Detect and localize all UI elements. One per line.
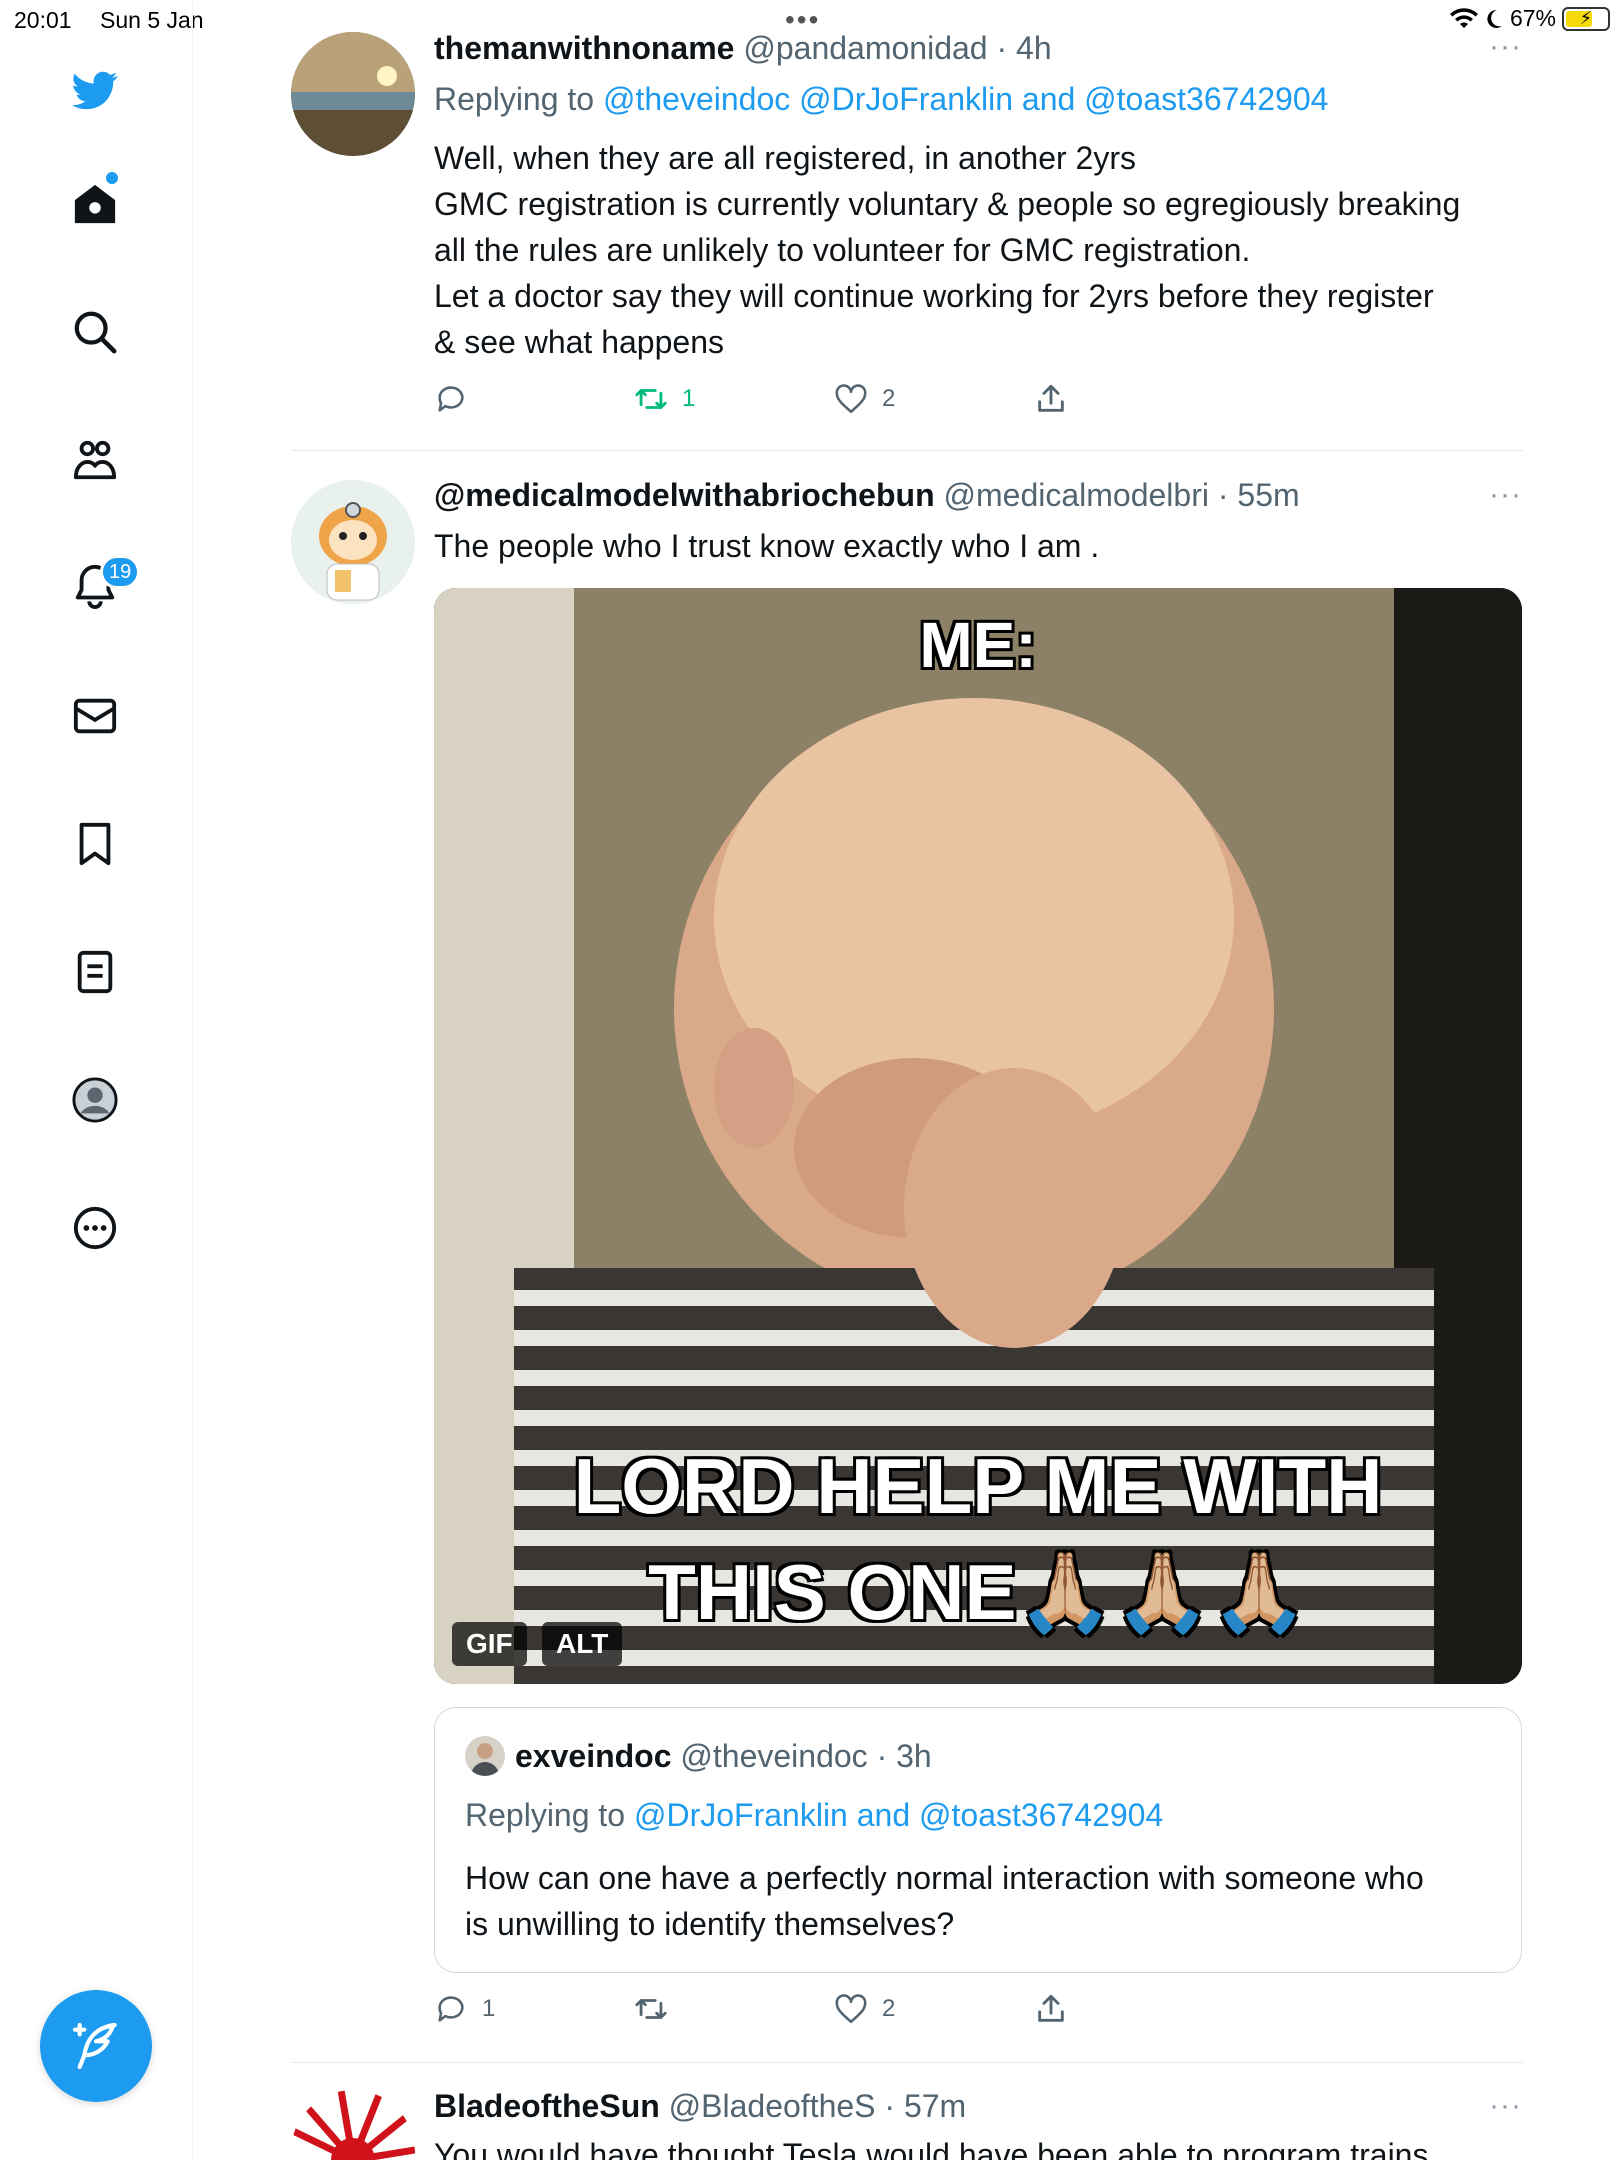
tweet-1-reply-button[interactable] [434,382,482,416]
share-icon [1038,384,1064,412]
home-unread-dot [106,172,118,184]
sidebar-nav: 19 [0,0,193,2160]
meme-caption-bottom: LORD HELP ME WITH THIS ONE🙏🏼🙏🏼🙏🏼 [434,1433,1522,1645]
tweet-3-handle[interactable]: @BladeoftheS [669,2088,876,2124]
quoted-display-name: exveindoc [515,1738,672,1774]
tweet-2-like-count: 2 [882,1995,896,2022]
tweet-2-actions: 1 2 [434,1992,1234,2032]
tweet-3-text: You would have thought Tesla would have … [434,2137,1429,2160]
tweet-2-reply-button[interactable]: 1 [434,1992,495,2026]
quoted-text-line: How can one have a perfectly normal inte… [465,1860,1424,1896]
compose-button[interactable] [40,1990,152,2102]
gif-badge: GIF [452,1622,527,1666]
quoted-replying-to[interactable]: @DrJoFranklin and @toast36742904 [634,1797,1163,1833]
tweet-2-share-button[interactable] [1034,1992,1068,2026]
tweet-1-display-name[interactable]: themanwithnoname [434,30,734,66]
tweet-1-text-line: Let a doctor say they will continue work… [434,278,1434,314]
tweet-1-text-line: GMC registration is currently voluntary … [434,186,1461,222]
tweet-1-like-button[interactable]: 2 [834,382,895,416]
share-icon [1038,1994,1064,2022]
tweet-3-avatar[interactable] [291,2090,415,2160]
tweet-1-retweet-button[interactable]: 1 [634,382,695,416]
reply-icon [438,386,464,412]
meme-caption-line-2-text: THIS ONE [648,1548,1017,1636]
twitter-bird-icon[interactable] [65,60,125,120]
tweet-2-header: @medicalmodelwithabriochebun @medicalmod… [434,475,1300,515]
tweet-2-text: The people who I trust know exactly who … [434,528,1100,564]
bookmark-icon[interactable] [65,814,125,874]
tweet-1-avatar[interactable] [291,32,415,156]
tweet-1-header: themanwithnoname @pandamonidad · 4h [434,28,1052,68]
tweet-1-replying-to[interactable]: @theveindoc @DrJoFranklin and @toast3674… [603,81,1328,117]
quoted-text-line: is unwilling to identify themselves? [465,1906,955,1942]
reply-icon [438,1996,464,2022]
quoted-tweet-header: exveindoc @theveindoc · 3h [515,1736,932,1776]
tweet-2-retweet-button[interactable] [634,1992,682,2026]
profile-avatar-icon[interactable] [65,1070,125,1130]
retweet-icon [635,389,667,409]
meme-caption-line-1: LORD HELP ME WITH [573,1442,1383,1530]
notifications-badge: 19 [100,555,141,589]
compose-feather-icon [72,2022,117,2070]
tweet-1-text-line: Well, when they are all registered, in a… [434,140,1136,176]
tweet-1-replying: Replying to @theveindoc @DrJoFranklin an… [434,79,1328,119]
tweet-1-handle[interactable]: @pandamonidad [743,30,987,66]
communities-icon[interactable] [65,430,125,490]
tweet-3-header: BladeoftheSun @BladeoftheS · 57m [434,2086,966,2126]
tweet-1-time[interactable]: · 4h [996,30,1051,66]
quoted-time: · 3h [876,1738,932,1774]
tweet-3-more-icon[interactable]: ··· [1489,2089,1522,2123]
tweet-1-like-count: 2 [882,385,896,412]
quoted-replying: Replying to @DrJoFranklin and @toast3674… [465,1795,1163,1835]
tweet-2-time[interactable]: · 55m [1218,477,1300,513]
quoted-replying-prefix: Replying to [465,1797,626,1833]
search-icon[interactable] [65,302,125,362]
tweet-1-actions: 1 2 [434,382,1234,422]
tweet-2-avatar[interactable] [291,480,415,604]
home-icon[interactable] [65,174,125,234]
timeline-feed: themanwithnoname @pandamonidad · 4h ··· … [193,0,1620,2160]
tweet-divider [291,450,1523,451]
tweet-2-more-icon[interactable]: ··· [1489,478,1522,512]
heart-icon [835,1994,867,2024]
quoted-tweet-avatar [465,1736,505,1776]
quoted-handle: @theveindoc [680,1738,868,1774]
tweet-1-retweet-count: 1 [682,385,696,412]
quoted-tweet[interactable]: exveindoc @theveindoc · 3h Replying to @… [434,1707,1522,1973]
tweet-3-time[interactable]: · 57m [884,2088,966,2124]
retweet-icon [635,1999,667,2019]
tweet-2-gif-media[interactable]: ME: LORD HELP ME WITH THIS ONE🙏🏼🙏🏼🙏🏼 GIF… [434,588,1522,1684]
tweet-divider [291,2062,1523,2063]
tweet-1-text-line: & see what happens [434,324,724,360]
tweet-2-like-button[interactable]: 2 [834,1992,895,2026]
heart-icon [835,384,867,414]
tweet-1-replying-prefix: Replying to [434,81,595,117]
more-circle-icon[interactable] [65,1198,125,1258]
alt-badge[interactable]: ALT [542,1622,623,1666]
tweet-1-more-icon[interactable]: ··· [1489,30,1522,64]
meme-caption-top: ME: [919,609,1037,681]
tweet-1-share-button[interactable] [1034,382,1068,416]
tweet-1-text-line: all the rules are unlikely to volunteer … [434,232,1251,268]
tweet-1-text: Well, when they are all registered, in a… [434,135,1460,365]
tweet-3-display-name[interactable]: BladeoftheSun [434,2088,660,2124]
lists-icon[interactable] [65,942,125,1002]
tweet-2-handle[interactable]: @medicalmodelbri [944,477,1209,513]
praying-hands-emoji: 🙏🏼🙏🏼🙏🏼 [1016,1548,1308,1636]
messages-envelope-icon[interactable] [65,686,125,746]
tweet-2-display-name[interactable]: @medicalmodelwithabriochebun [434,477,935,513]
quoted-text: How can one have a perfectly normal inte… [465,1855,1424,1947]
tweet-2-reply-count: 1 [482,1995,496,2022]
